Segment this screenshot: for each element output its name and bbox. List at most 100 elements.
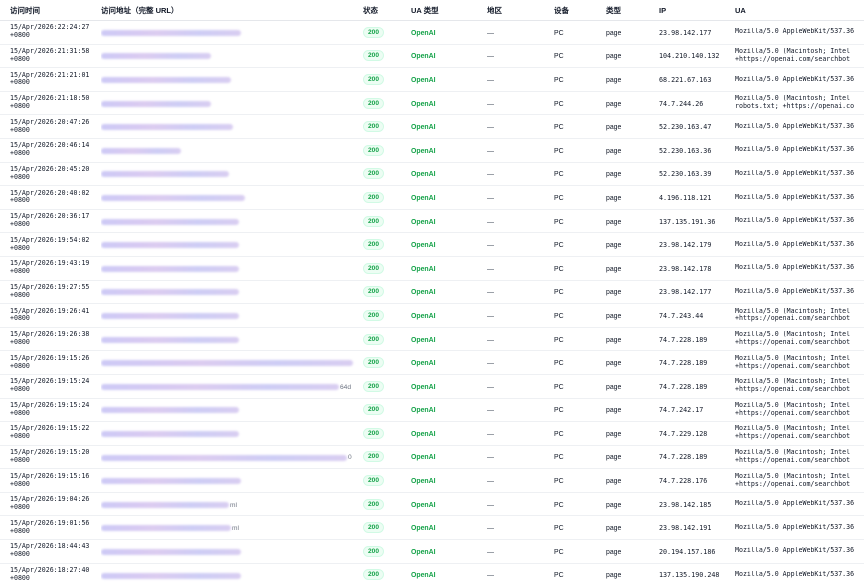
table-row[interactable]: 15/Apr/2026:21:31:58 +0800 200 OpenAI — PC pag… (0, 44, 864, 69)
url-cell[interactable] (101, 20, 363, 45)
table-row[interactable]: 15/Apr/2026:19:26:41 +0800 200 OpenAI — PC pag… (0, 303, 864, 328)
region-cell: — (487, 114, 554, 139)
table-row[interactable]: 15/Apr/2026:19:04:26 +0800 ml 200 OpenAI — PC p… (0, 492, 864, 517)
url-cell[interactable] (101, 185, 363, 210)
ua-type-label: OpenAI (411, 100, 436, 108)
redacted-url[interactable] (101, 313, 239, 320)
time-cell: 15/Apr/2026:19:15:26 +0800 (0, 350, 101, 375)
redacted-url[interactable] (101, 360, 353, 367)
table-row[interactable]: 15/Apr/2026:20:45:20 +0800 200 OpenAI — PC pag… (0, 162, 864, 187)
redacted-url[interactable] (101, 265, 239, 272)
url-cell[interactable] (101, 91, 363, 116)
table-row[interactable]: 15/Apr/2026:19:15:20 +0800 0 200 OpenAI — PC pa… (0, 445, 864, 470)
column-header-status[interactable]: 状态 (363, 0, 411, 21)
redacted-url[interactable] (101, 242, 239, 249)
table-row[interactable]: 15/Apr/2026:19:15:24 +0800 64d 200 OpenAI — PC… (0, 374, 864, 399)
column-header-device[interactable]: 设备 (554, 0, 606, 21)
table-row[interactable]: 15/Apr/2026:19:27:55 +0800 200 OpenAI — PC pag… (0, 280, 864, 305)
url-cell[interactable] (101, 327, 363, 352)
table-row[interactable]: 15/Apr/2026:19:54:02 +0800 200 OpenAI — PC pag… (0, 232, 864, 257)
table-row[interactable]: 15/Apr/2026:19:43:19 +0800 200 OpenAI — PC pag… (0, 256, 864, 281)
type-value: page (606, 501, 622, 509)
url-cell[interactable] (101, 114, 363, 139)
url-cell[interactable] (101, 468, 363, 493)
column-header-region[interactable]: 地区 (487, 0, 554, 21)
url-cell[interactable] (101, 539, 363, 564)
ua-line-2: robots.txt; +https://openai.co (735, 102, 855, 111)
url-cell[interactable] (101, 232, 363, 257)
url-cell[interactable]: ml (101, 515, 363, 541)
column-header-time[interactable]: 访问时间 (0, 0, 101, 21)
table-row[interactable]: 15/Apr/2026:18:44:43 +0800 200 OpenAI — PC pag… (0, 539, 864, 564)
table-row[interactable]: 15/Apr/2026:19:26:38 +0800 200 OpenAI — PC pag… (0, 327, 864, 352)
table-row[interactable]: 15/Apr/2026:20:47:26 +0800 200 OpenAI — PC pag… (0, 114, 864, 139)
url-cell[interactable] (101, 421, 363, 446)
redacted-url[interactable] (101, 124, 233, 131)
redacted-url[interactable] (101, 289, 239, 296)
redacted-url[interactable] (101, 430, 239, 437)
redacted-url[interactable] (101, 501, 229, 508)
table-row[interactable]: 15/Apr/2026:18:27:40 +0800 200 OpenAI — PC pag… (0, 563, 864, 582)
redacted-url[interactable] (101, 383, 339, 390)
column-header-ip[interactable]: IP (659, 0, 735, 21)
ip-cell: 23.98.142.177 (659, 20, 735, 45)
column-header-type[interactable]: 类型 (606, 0, 659, 21)
table-row[interactable]: 15/Apr/2026:19:01:56 +0800 ml 200 OpenAI — PC p… (0, 515, 864, 541)
url-cell[interactable]: 0 (101, 445, 363, 470)
url-cell[interactable] (101, 398, 363, 423)
url-cell[interactable] (101, 280, 363, 305)
redacted-url[interactable] (101, 454, 347, 461)
redacted-url[interactable] (101, 147, 181, 154)
url-cell[interactable]: 64d (101, 374, 363, 399)
redacted-url[interactable] (101, 29, 241, 36)
column-header-ua[interactable]: UA (735, 0, 864, 21)
redacted-url[interactable] (101, 77, 231, 84)
table-row[interactable]: 15/Apr/2026:19:15:16 +0800 200 OpenAI — PC pag… (0, 468, 864, 493)
type-value: page (606, 147, 622, 155)
ip-value: 23.98.142.178 (659, 264, 712, 273)
redacted-url[interactable] (101, 525, 231, 532)
url-cell[interactable] (101, 303, 363, 328)
url-cell[interactable] (101, 350, 363, 375)
table-row[interactable]: 15/Apr/2026:20:46:14 +0800 200 OpenAI — PC pag… (0, 138, 864, 163)
ua-type-label: OpenAI (411, 29, 436, 37)
url-cell[interactable] (101, 138, 363, 163)
table-row[interactable]: 15/Apr/2026:19:15:24 +0800 200 OpenAI — PC pag… (0, 398, 864, 423)
table-row[interactable]: 15/Apr/2026:22:24:27 +0800 200 OpenAI — PC pag… (0, 20, 864, 45)
table-row[interactable]: 15/Apr/2026:19:15:26 +0800 200 OpenAI — PC pag… (0, 350, 864, 375)
status-badge: 200 (363, 498, 385, 510)
url-cell[interactable] (101, 209, 363, 234)
redacted-url[interactable] (101, 100, 211, 107)
url-cell[interactable] (101, 162, 363, 187)
device-value: PC (554, 336, 564, 344)
url-cell[interactable] (101, 563, 363, 582)
redacted-url[interactable] (101, 478, 241, 485)
redacted-url[interactable] (101, 336, 239, 343)
redacted-url[interactable] (101, 407, 239, 414)
redacted-url[interactable] (101, 171, 229, 178)
url-cell[interactable] (101, 256, 363, 281)
timezone-value: +0800 (10, 314, 30, 323)
table-row[interactable]: 15/Apr/2026:21:21:01 +0800 200 OpenAI — PC pag… (0, 67, 864, 92)
time-cell: 15/Apr/2026:18:27:40 +0800 (0, 563, 101, 582)
device-cell: PC (554, 256, 606, 281)
device-cell: PC (554, 539, 606, 564)
url-cell[interactable] (101, 44, 363, 69)
ua-type-cell: OpenAI (411, 492, 487, 517)
ua-type-cell: OpenAI (411, 374, 487, 399)
column-header-ua-type[interactable]: UA 类型 (411, 0, 487, 21)
redacted-url[interactable] (101, 218, 239, 225)
table-row[interactable]: 15/Apr/2026:20:36:17 +0800 200 OpenAI — PC pag… (0, 209, 864, 234)
redacted-url[interactable] (101, 195, 245, 202)
url-cell[interactable]: ml (101, 492, 363, 517)
column-header-url[interactable]: 访问地址（完整 URL） (101, 0, 363, 21)
url-cell[interactable] (101, 67, 363, 92)
redacted-url[interactable] (101, 53, 211, 60)
ip-value: 74.7.228.189 (659, 382, 708, 391)
redacted-url[interactable] (101, 548, 241, 555)
table-row[interactable]: 15/Apr/2026:20:40:02 +0800 200 OpenAI — PC pag… (0, 185, 864, 210)
table-row[interactable]: 15/Apr/2026:19:15:22 +0800 200 OpenAI — PC pag… (0, 421, 864, 446)
table-row[interactable]: 15/Apr/2026:21:18:50 +0800 200 OpenAI — PC pag… (0, 91, 864, 116)
region-cell: — (487, 563, 554, 582)
redacted-url[interactable] (101, 572, 241, 579)
